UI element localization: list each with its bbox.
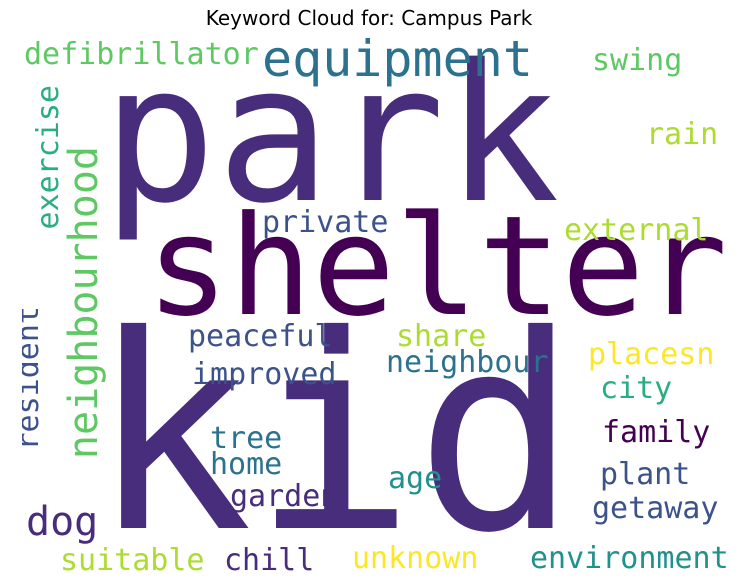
word-equipment: equipment bbox=[262, 30, 533, 88]
word-placesn: placesn bbox=[588, 337, 715, 372]
word-environment: environment bbox=[530, 541, 729, 576]
chart-title: Keyword Cloud for: Campus Park bbox=[205, 6, 533, 30]
word-rain: rain bbox=[646, 117, 719, 152]
word-city: city bbox=[600, 371, 673, 406]
word-peaceful: peaceful bbox=[188, 319, 333, 354]
word-age: age bbox=[388, 461, 443, 496]
word-external: external bbox=[564, 213, 709, 248]
word-garden: garden bbox=[230, 479, 339, 514]
word-private: private bbox=[262, 205, 389, 240]
word-kid: kid bbox=[90, 277, 578, 582]
word-improved: improved bbox=[192, 357, 337, 392]
word-chill: chill bbox=[224, 543, 315, 578]
word-suitable: suitable bbox=[60, 543, 205, 578]
word-neighbour: neighbour bbox=[386, 345, 549, 380]
word-plant: plant bbox=[600, 457, 691, 492]
word-getaway: getaway bbox=[592, 491, 719, 526]
word-unknown: unknown bbox=[352, 541, 479, 576]
word-neighbourhood: neighbourhood bbox=[61, 146, 107, 460]
word-home: home bbox=[210, 447, 283, 482]
word-defibrillator: defibrillator bbox=[24, 37, 259, 72]
word-swing: swing bbox=[592, 43, 683, 78]
word-dog: dog bbox=[26, 499, 99, 545]
word-resident: resident bbox=[22, 306, 46, 451]
word-family: family bbox=[602, 415, 711, 450]
word-exercise: exercise bbox=[31, 85, 66, 230]
word-cloud: park shelter kid equipment defibrillator… bbox=[22, 30, 734, 582]
